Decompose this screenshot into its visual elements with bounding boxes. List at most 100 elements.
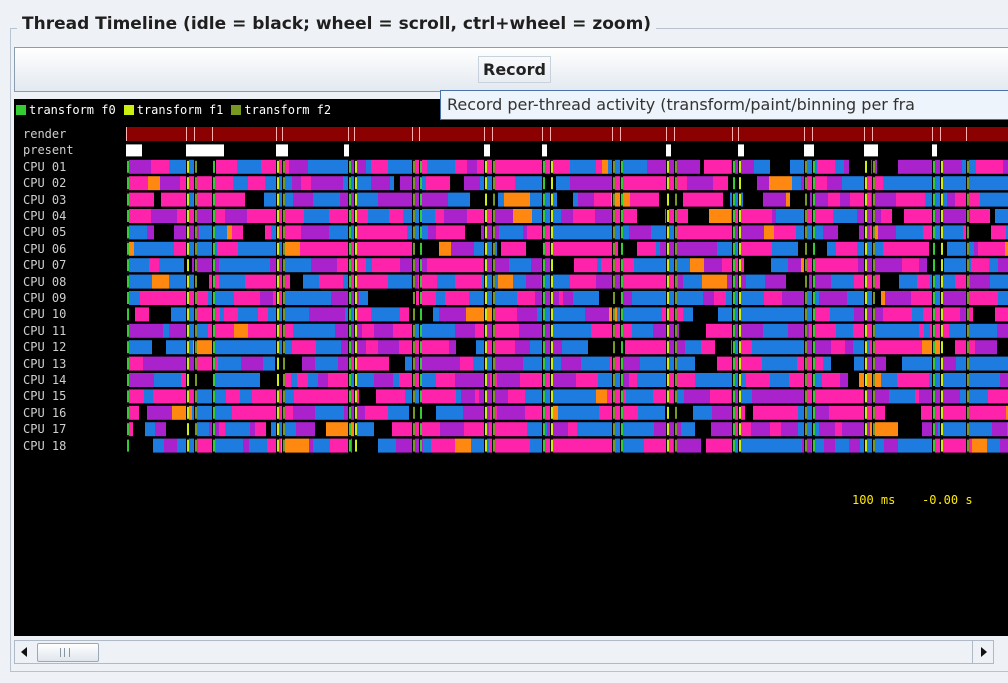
activity-segment xyxy=(456,389,461,404)
frame-marker xyxy=(941,210,943,222)
frame-marker xyxy=(675,193,677,206)
activity-segment xyxy=(426,176,436,191)
frame-marker xyxy=(493,193,495,206)
frame-marker xyxy=(485,308,487,321)
frame-marker xyxy=(621,193,623,206)
activity-segment xyxy=(570,176,598,191)
frame-marker xyxy=(283,308,285,321)
activity-segment xyxy=(554,225,579,240)
frame-marker xyxy=(420,242,422,255)
activity-segment xyxy=(396,438,423,453)
activity-segment xyxy=(761,389,782,404)
frame-marker xyxy=(213,357,215,370)
present-block xyxy=(932,144,937,157)
activity-segment xyxy=(153,389,172,404)
activity-segment xyxy=(376,209,389,223)
activity-segment xyxy=(824,405,829,420)
activity-segment xyxy=(701,438,706,453)
frame-marker xyxy=(349,177,351,190)
activity-segment xyxy=(573,209,595,223)
frame-marker xyxy=(543,242,545,255)
frame-marker xyxy=(283,439,285,452)
frame-marker xyxy=(195,390,197,403)
activity-segment xyxy=(193,192,221,207)
activity-segment xyxy=(388,159,415,174)
legend-swatch xyxy=(16,105,26,115)
frame-marker xyxy=(413,275,415,288)
frame-marker xyxy=(865,357,867,370)
timeline-canvas[interactable]: transform f0 transform f1 transform f2 r… xyxy=(14,99,1008,636)
record-button[interactable]: Record xyxy=(14,47,1008,92)
activity-segment xyxy=(574,258,597,273)
activity-segment xyxy=(440,422,464,437)
activity-segment xyxy=(831,356,854,371)
frame-marker xyxy=(675,357,677,370)
frame-marker xyxy=(283,374,285,386)
frame-marker xyxy=(551,423,553,436)
activity-segment xyxy=(595,209,612,223)
activity-segment xyxy=(763,192,767,207)
frame-marker xyxy=(813,193,815,206)
frame-marker xyxy=(493,374,495,386)
render-frame-tick xyxy=(864,127,865,141)
frame-marker xyxy=(195,308,197,321)
frame-marker xyxy=(543,275,545,288)
horizontal-scrollbar[interactable] xyxy=(14,640,994,664)
activity-segment xyxy=(294,389,304,404)
activity-segment xyxy=(464,176,473,191)
activity-segment xyxy=(917,209,934,223)
scrollbar-thumb[interactable] xyxy=(37,643,99,662)
frame-marker xyxy=(621,226,623,239)
activity-segment xyxy=(455,438,471,453)
frame-marker xyxy=(667,226,669,239)
scroll-left-button[interactable] xyxy=(15,641,35,663)
frame-marker xyxy=(127,308,129,321)
activity-segment xyxy=(710,389,731,404)
activity-segment xyxy=(786,356,797,371)
frame-marker xyxy=(621,242,623,255)
frame-marker xyxy=(621,160,623,173)
activity-segment xyxy=(770,373,789,387)
activity-segment xyxy=(399,340,414,355)
activity-segment xyxy=(817,159,835,174)
activity-segment xyxy=(365,405,388,420)
activity-segment xyxy=(126,274,152,289)
activity-segment xyxy=(846,405,863,420)
scroll-right-button[interactable] xyxy=(972,641,993,663)
frame-marker xyxy=(613,292,615,304)
frame-marker xyxy=(675,390,677,403)
activity-segment xyxy=(558,159,570,174)
frame-marker xyxy=(543,160,545,173)
activity-segment xyxy=(1000,356,1008,371)
activity-segment xyxy=(594,192,611,207)
activity-segment xyxy=(971,258,989,273)
activity-segment xyxy=(687,176,713,191)
frame-marker xyxy=(127,292,129,304)
activity-segment xyxy=(232,225,243,240)
frame-marker xyxy=(349,308,351,321)
activity-segment xyxy=(444,159,455,174)
activity-segment xyxy=(591,373,598,387)
frame-marker xyxy=(355,193,357,206)
frame-marker xyxy=(933,390,935,403)
frame-marker xyxy=(413,324,415,337)
activity-segment xyxy=(598,373,620,387)
activity-segment xyxy=(245,192,264,207)
frame-marker xyxy=(967,439,969,452)
activity-segment xyxy=(723,192,730,207)
frame-marker xyxy=(420,259,422,272)
activity-segment xyxy=(464,422,484,437)
activity-segment xyxy=(316,340,341,355)
activity-segment xyxy=(762,356,786,371)
frame-marker xyxy=(621,177,623,190)
frame-marker xyxy=(543,423,545,436)
activity-segment xyxy=(823,356,831,371)
activity-segment xyxy=(683,307,693,322)
activity-segment xyxy=(782,438,802,453)
render-frame-tick xyxy=(666,127,667,141)
activity-segment xyxy=(234,291,260,305)
activity-segment xyxy=(169,159,194,174)
frame-marker xyxy=(355,357,357,370)
render-track xyxy=(126,127,1008,141)
activity-segment xyxy=(614,405,638,420)
